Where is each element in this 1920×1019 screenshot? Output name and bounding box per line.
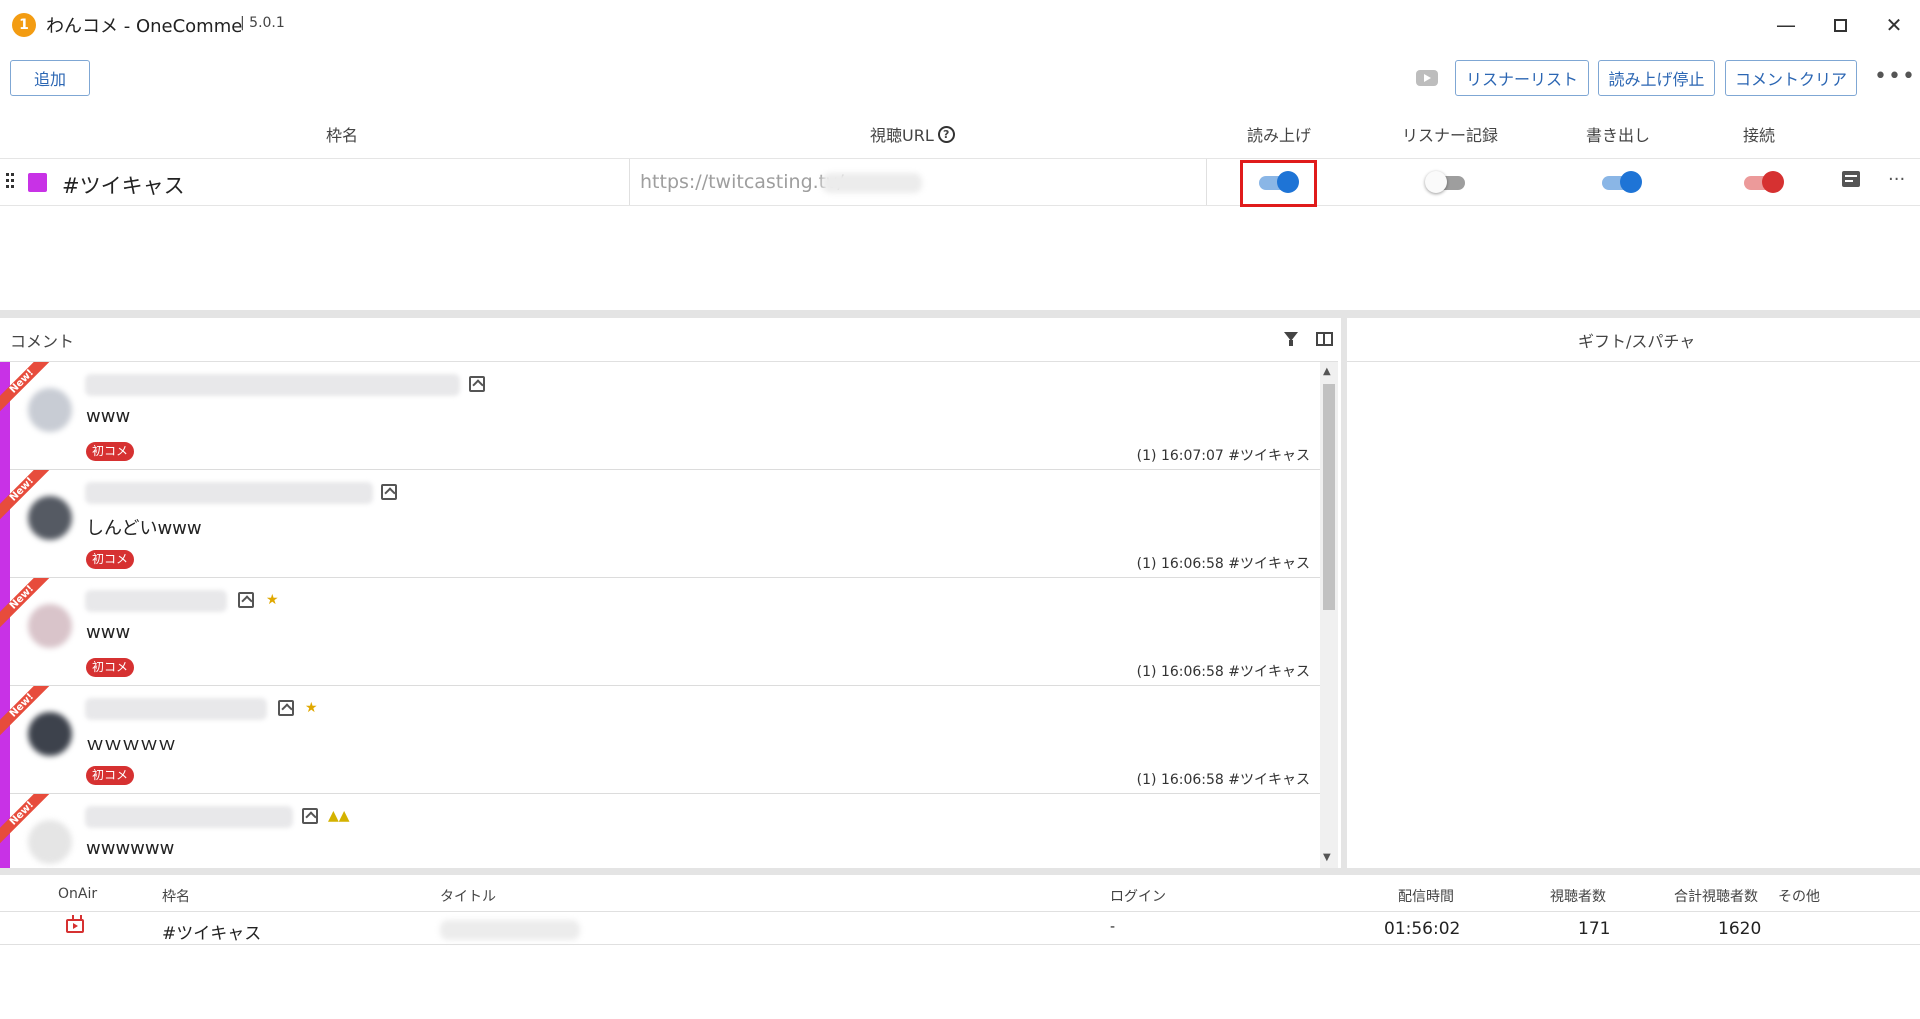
header-onair: OnAir — [58, 886, 98, 902]
horizontal-splitter-top[interactable] — [0, 310, 1920, 318]
stream-total-viewers: 1620 — [1718, 919, 1762, 939]
commenter-name-redacted — [85, 806, 293, 828]
maximize-button[interactable] — [1820, 10, 1860, 40]
first-comment-badge: 初コメ — [86, 442, 135, 461]
comment-icon[interactable] — [1842, 171, 1860, 187]
scroll-down-icon[interactable]: ▼ — [1323, 852, 1331, 863]
avatar — [28, 604, 72, 648]
vertical-splitter[interactable] — [1341, 318, 1347, 870]
stream-duration: 01:56:02 — [1384, 919, 1461, 939]
close-button[interactable]: ✕ — [1874, 10, 1914, 40]
comment-item[interactable]: New! ★ www 初コメ (1) 16:06:58 #ツイキャス — [0, 578, 1320, 686]
scroll-thumb[interactable] — [1323, 384, 1335, 610]
export-toggle[interactable] — [1602, 171, 1642, 193]
stream-title-redacted — [440, 920, 580, 940]
connect-toggle[interactable] — [1744, 171, 1784, 193]
header-connect: 接続 — [1743, 126, 1776, 145]
horizontal-splitter-bottom[interactable] — [0, 868, 1920, 875]
header-other: その他 — [1778, 889, 1820, 905]
youtube-icon[interactable] — [1416, 70, 1438, 86]
comment-item[interactable]: New! しんどいwww 初コメ (1) 16:06:58 #ツイキャス — [0, 470, 1320, 578]
gift-header-divider — [1347, 361, 1920, 362]
comment-meta: (1) 16:06:58 #ツイキャス — [1136, 664, 1310, 680]
header-url: 視聴URL ? — [870, 122, 955, 146]
url-redacted — [822, 173, 922, 193]
comment-scrollbar[interactable]: ▲ ▼ — [1320, 362, 1338, 868]
read-aloud-highlight — [1240, 160, 1317, 207]
comment-panel-title: コメント — [10, 332, 75, 351]
first-comment-badge: 初コメ — [86, 766, 135, 785]
header-url-label: 視聴URL — [870, 126, 934, 145]
header-name: 枠名 — [326, 126, 359, 145]
comment-text: www — [86, 622, 131, 643]
comment-text: ｗｗｗｗｗ — [86, 734, 176, 755]
url-text: https://twitcasting.tv/ — [640, 171, 844, 193]
stream-row-divider — [0, 944, 1920, 945]
help-icon[interactable]: ? — [937, 125, 955, 143]
comment-text: しんどいwww — [86, 518, 202, 539]
commenter-name-redacted — [85, 374, 460, 396]
frame-name: #ツイキャス — [62, 174, 185, 198]
header-stream-name: 枠名 — [162, 889, 190, 905]
scroll-up-icon[interactable]: ▲ — [1323, 366, 1331, 377]
title-bar: 1 わんコメ - OneComme | 5.0.1 — ✕ — [0, 0, 1920, 48]
comment-text: wwwwww — [86, 838, 175, 859]
header-total-viewers: 合計視聴者数 — [1674, 889, 1758, 905]
comment-text: www — [86, 406, 131, 427]
onecomme-logo-icon: 1 — [12, 13, 36, 37]
stream-login: - — [1110, 919, 1116, 935]
comment-item[interactable]: New! www 初コメ (1) 16:07:07 #ツイキャス — [0, 362, 1320, 470]
open-external-icon[interactable] — [469, 376, 485, 392]
filter-icon[interactable] — [1284, 332, 1298, 346]
avatar — [28, 388, 72, 432]
more-options-button[interactable]: ••• — [1874, 64, 1916, 89]
comment-meta: (1) 16:06:58 #ツイキャス — [1136, 772, 1310, 788]
commenter-name-redacted — [85, 482, 373, 504]
header-login: ログイン — [1110, 889, 1166, 905]
minimize-button[interactable]: — — [1766, 10, 1806, 40]
header-listener-record: リスナー記録 — [1402, 126, 1499, 145]
frame-row: #ツイキャス https://twitcasting.tv/ ··· — [0, 158, 1920, 206]
frame-color-swatch[interactable] — [28, 173, 47, 192]
open-external-icon[interactable] — [238, 592, 254, 608]
gift-panel-title: ギフト/スパチャ — [1578, 332, 1696, 351]
stream-viewers: 171 — [1578, 919, 1611, 939]
stream-table-divider — [0, 911, 1920, 912]
member-badge-icon: ★ — [305, 700, 318, 716]
url-field[interactable]: https://twitcasting.tv/ — [629, 159, 1207, 205]
header-viewers: 視聴者数 — [1550, 889, 1606, 905]
comment-meta: (1) 16:07:07 #ツイキャス — [1136, 448, 1310, 464]
header-title: タイトル — [440, 889, 496, 905]
listener-record-toggle[interactable] — [1425, 171, 1465, 193]
avatar — [28, 820, 72, 864]
member-badge-icon: ▲▲ — [328, 808, 350, 824]
clear-comments-button[interactable]: コメントクリア — [1725, 60, 1857, 96]
row-more-icon[interactable]: ··· — [1888, 169, 1905, 190]
stop-reading-button[interactable]: 読み上げ停止 — [1598, 60, 1715, 96]
onair-tv-icon — [66, 919, 84, 933]
stream-name: #ツイキャス — [162, 924, 262, 944]
header-read-aloud: 読み上げ — [1247, 126, 1312, 145]
member-badge-icon: ★ — [266, 592, 279, 608]
columns-icon[interactable] — [1316, 332, 1333, 346]
avatar — [28, 496, 72, 540]
commenter-name-redacted — [85, 590, 227, 612]
first-comment-badge: 初コメ — [86, 550, 135, 569]
header-duration: 配信時間 — [1398, 889, 1454, 905]
open-external-icon[interactable] — [302, 808, 318, 824]
comment-item[interactable]: New! ★ ｗｗｗｗｗ 初コメ (1) 16:06:58 #ツイキャス — [0, 686, 1320, 794]
avatar — [28, 712, 72, 756]
open-external-icon[interactable] — [278, 700, 294, 716]
app-version: | 5.0.1 — [240, 15, 285, 31]
app-title: わんコメ - OneComme — [46, 16, 243, 37]
open-external-icon[interactable] — [381, 484, 397, 500]
comment-item[interactable]: New! ▲▲ wwwwww — [0, 794, 1320, 868]
commenter-name-redacted — [85, 698, 267, 720]
listener-list-button[interactable]: リスナーリスト — [1455, 60, 1589, 96]
comment-meta: (1) 16:06:58 #ツイキャス — [1136, 556, 1310, 572]
drag-handle-icon[interactable] — [6, 173, 16, 191]
add-button[interactable]: 追加 — [10, 60, 90, 96]
header-export: 書き出し — [1586, 126, 1651, 145]
first-comment-badge: 初コメ — [86, 658, 135, 677]
